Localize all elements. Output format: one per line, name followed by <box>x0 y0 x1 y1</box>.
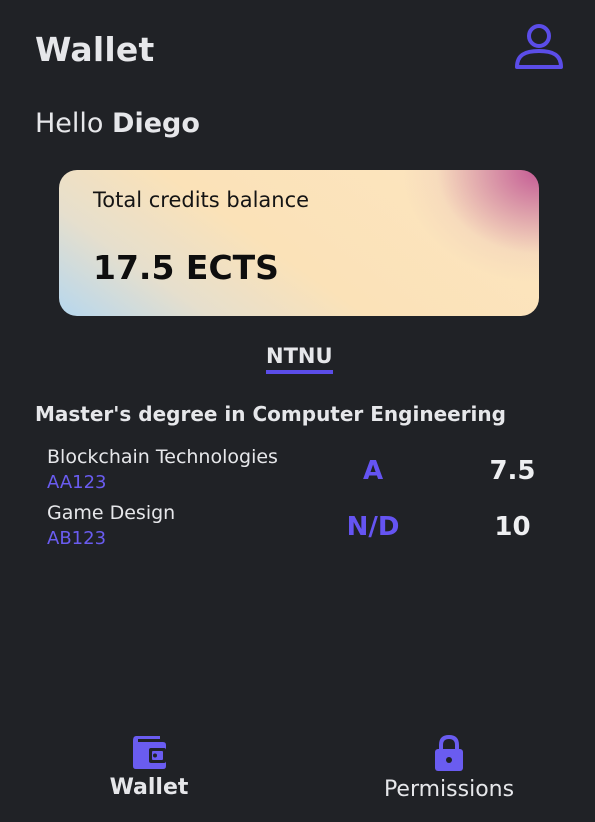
degree-title: Master's degree in Computer Engineering <box>35 402 506 426</box>
course-grade: A <box>362 456 384 486</box>
nav-wallet-label: Wallet <box>109 775 189 800</box>
nav-wallet[interactable]: Wallet <box>99 735 199 800</box>
lock-icon <box>435 735 463 771</box>
balance-label: Total credits balance <box>93 188 310 212</box>
user-name: Diego <box>112 108 200 139</box>
greeting-prefix: Hello <box>35 108 104 139</box>
greeting: Hello Diego <box>35 108 200 139</box>
course-name: Blockchain Technologies <box>47 446 278 468</box>
nav-permissions[interactable]: Permissions <box>374 735 524 802</box>
wallet-screen: Wallet Hello Diego Total credits balance… <box>0 0 595 822</box>
course-credits: 7.5 <box>489 456 536 486</box>
course-row[interactable]: Game Design AB123 N/D 10 <box>47 502 547 556</box>
nav-permissions-label: Permissions <box>383 777 515 802</box>
course-credits: 10 <box>494 512 531 542</box>
tab-ntnu[interactable]: NTNU <box>266 344 333 374</box>
course-code: AA123 <box>47 472 107 493</box>
balance-card: Total credits balance 17.5 ECTS <box>59 170 539 316</box>
course-name: Game Design <box>47 502 176 524</box>
user-icon[interactable] <box>512 22 566 72</box>
course-code: AB123 <box>47 528 107 549</box>
balance-value: 17.5 ECTS <box>93 248 279 287</box>
page-title: Wallet <box>35 30 155 69</box>
course-row[interactable]: Blockchain Technologies AA123 A 7.5 <box>47 446 547 500</box>
wallet-icon <box>133 736 166 769</box>
course-grade: N/D <box>346 512 400 542</box>
